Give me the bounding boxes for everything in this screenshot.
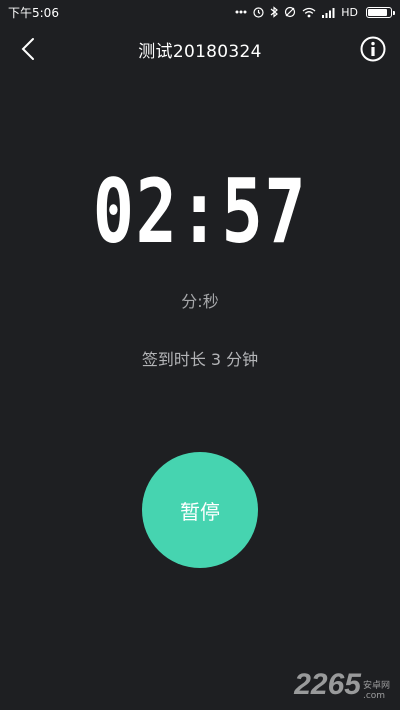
dots-icon — [235, 10, 247, 14]
timer-unit-label: 分:秒 — [181, 292, 219, 311]
watermark-side: 安卓网 .com — [362, 681, 390, 702]
checkin-duration-label: 签到时长 3 分钟 — [141, 350, 259, 369]
watermark-tail: .com — [362, 691, 386, 702]
pause-button[interactable]: 暂停 — [142, 452, 258, 568]
alarm-icon — [253, 6, 264, 18]
page-title: 测试20180324 — [138, 41, 262, 62]
network-label: HD — [341, 5, 358, 19]
screen: 下午5:06 HD 测试20180324 02:57 分:秒 签到时长 3 分钟… — [0, 0, 400, 710]
battery-icon — [366, 6, 395, 18]
signal-icon — [322, 7, 335, 18]
status-time: 下午5:06 — [8, 5, 59, 20]
no-disturb-icon — [284, 6, 296, 18]
timer-display: 02:57 — [92, 160, 308, 263]
battery-fill — [368, 8, 387, 16]
status-icons: HD — [235, 5, 395, 19]
chevron-left-icon — [21, 38, 34, 60]
info-button[interactable] — [360, 36, 386, 62]
watermark-logo: 2265 安卓网 .com — [294, 668, 390, 702]
bluetooth-icon — [270, 6, 279, 18]
wifi-icon — [302, 7, 316, 18]
status-bar: 下午5:06 HD — [0, 0, 400, 24]
back-button[interactable] — [14, 34, 42, 64]
nav-bar: 测试20180324 — [0, 24, 400, 74]
watermark-number: 2265 — [294, 668, 361, 701]
info-icon — [360, 36, 386, 62]
